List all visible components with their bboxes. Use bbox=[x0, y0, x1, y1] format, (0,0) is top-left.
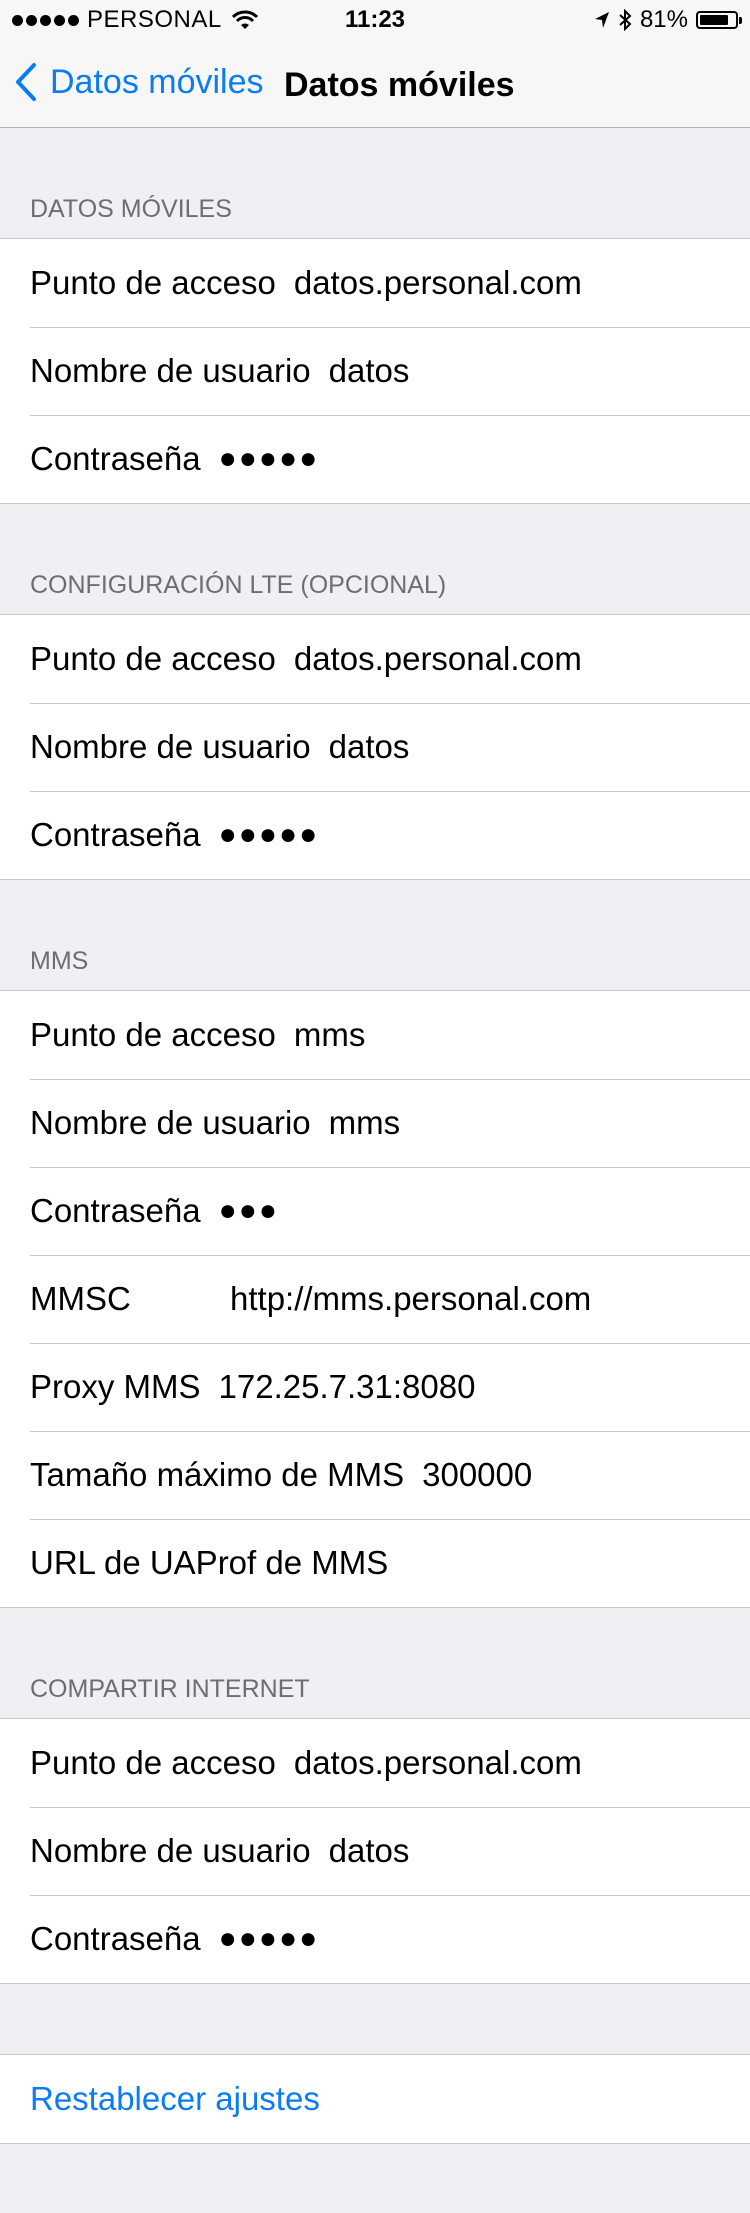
group-hotspot: Punto de acceso datos.personal.com Nombr… bbox=[0, 1718, 750, 1984]
section-header-mms: MMS bbox=[30, 947, 89, 975]
mms-proxy-value[interactable]: 172.25.7.31:8080 bbox=[219, 1368, 476, 1406]
mms-proxy-label: Proxy MMS bbox=[30, 1368, 201, 1405]
navigation-bar: Datos móviles Datos móviles bbox=[0, 40, 750, 128]
page-title: Datos móviles bbox=[284, 66, 515, 104]
mms-max-size-row[interactable]: Tamaño máximo de MMS 300000 bbox=[0, 1431, 750, 1519]
apn-label: Punto de acceso bbox=[30, 264, 276, 301]
location-arrow-icon bbox=[594, 12, 609, 28]
group-reset: Restablecer ajustes bbox=[0, 2054, 750, 2144]
back-button[interactable]: Datos móviles bbox=[14, 62, 264, 102]
status-bar: PERSONAL 11:23 81% bbox=[0, 0, 750, 40]
username-row[interactable]: Nombre de usuario datos bbox=[0, 327, 750, 415]
username-label: Nombre de usuario bbox=[30, 1832, 311, 1869]
mms-password-row[interactable]: Contraseña ●●● bbox=[0, 1167, 750, 1255]
battery-percent: 81% bbox=[639, 6, 688, 33]
apn-value[interactable]: datos.personal.com bbox=[294, 1744, 582, 1782]
username-value[interactable]: mms bbox=[329, 1104, 400, 1142]
hotspot-password-row[interactable]: Contraseña ●●●●● bbox=[0, 1895, 750, 1983]
lte-password-row[interactable]: Contraseña ●●●●● bbox=[0, 791, 750, 879]
apn-value[interactable]: mms bbox=[294, 1016, 365, 1054]
mms-max-size-label: Tamaño máximo de MMS bbox=[30, 1456, 405, 1493]
section-header-datos: DATOS MÓVILES bbox=[30, 195, 232, 223]
back-button-label: Datos móviles bbox=[50, 62, 264, 101]
hotspot-apn-row[interactable]: Punto de acceso datos.personal.com bbox=[0, 1719, 750, 1807]
group-mms: Punto de acceso mms Nombre de usuario mm… bbox=[0, 990, 750, 1608]
password-value[interactable]: ●●●●● bbox=[219, 1922, 320, 1956]
username-label: Nombre de usuario bbox=[30, 352, 311, 389]
password-label: Contraseña bbox=[30, 1920, 201, 1957]
mms-username-row[interactable]: Nombre de usuario mms bbox=[0, 1079, 750, 1167]
section-header-lte: CONFIGURACIÓN LTE (OPCIONAL) bbox=[30, 571, 447, 599]
password-label: Contraseña bbox=[30, 816, 201, 853]
username-label: Nombre de usuario bbox=[30, 1104, 311, 1141]
password-label: Contraseña bbox=[30, 1192, 201, 1229]
mmsc-label: MMSC bbox=[30, 1280, 131, 1317]
username-value[interactable]: datos bbox=[329, 352, 410, 390]
group-datos: Punto de acceso datos.personal.com Nombr… bbox=[0, 238, 750, 504]
chevron-left-icon bbox=[16, 63, 36, 101]
mms-uaprof-label: URL de UAProf de MMS bbox=[30, 1544, 389, 1581]
apn-label: Punto de acceso bbox=[30, 1016, 276, 1053]
password-value[interactable]: ●●●●● bbox=[219, 818, 320, 852]
apn-value[interactable]: datos.personal.com bbox=[294, 264, 582, 302]
reset-settings-button[interactable]: Restablecer ajustes bbox=[0, 2055, 750, 2143]
bluetooth-icon bbox=[619, 9, 632, 31]
group-lte: Punto de acceso datos.personal.com Nombr… bbox=[0, 614, 750, 880]
apn-value[interactable]: datos.personal.com bbox=[294, 640, 582, 678]
hotspot-username-row[interactable]: Nombre de usuario datos bbox=[0, 1807, 750, 1895]
battery-icon bbox=[696, 11, 742, 29]
apn-row[interactable]: Punto de acceso datos.personal.com bbox=[0, 239, 750, 327]
lte-apn-row[interactable]: Punto de acceso datos.personal.com bbox=[0, 615, 750, 703]
mms-apn-row[interactable]: Punto de acceso mms bbox=[0, 991, 750, 1079]
mmsc-row[interactable]: MMSC http://mms.personal.com bbox=[0, 1255, 750, 1343]
section-header-hotspot: COMPARTIR INTERNET bbox=[30, 1675, 310, 1703]
username-label: Nombre de usuario bbox=[30, 728, 311, 765]
password-label: Contraseña bbox=[30, 440, 201, 477]
apn-label: Punto de acceso bbox=[30, 1744, 276, 1781]
mms-uaprof-row[interactable]: URL de UAProf de MMS bbox=[0, 1519, 750, 1607]
mms-proxy-row[interactable]: Proxy MMS 172.25.7.31:8080 bbox=[0, 1343, 750, 1431]
password-value[interactable]: ●●● bbox=[219, 1194, 279, 1228]
mmsc-value[interactable]: http://mms.personal.com bbox=[230, 1280, 591, 1318]
password-value[interactable]: ●●●●● bbox=[219, 442, 320, 476]
apn-label: Punto de acceso bbox=[30, 640, 276, 677]
username-value[interactable]: datos bbox=[329, 1832, 410, 1870]
username-value[interactable]: datos bbox=[329, 728, 410, 766]
mms-max-size-value[interactable]: 300000 bbox=[422, 1456, 532, 1494]
lte-username-row[interactable]: Nombre de usuario datos bbox=[0, 703, 750, 791]
status-right: 81% bbox=[594, 6, 742, 34]
password-row[interactable]: Contraseña ●●●●● bbox=[0, 415, 750, 503]
